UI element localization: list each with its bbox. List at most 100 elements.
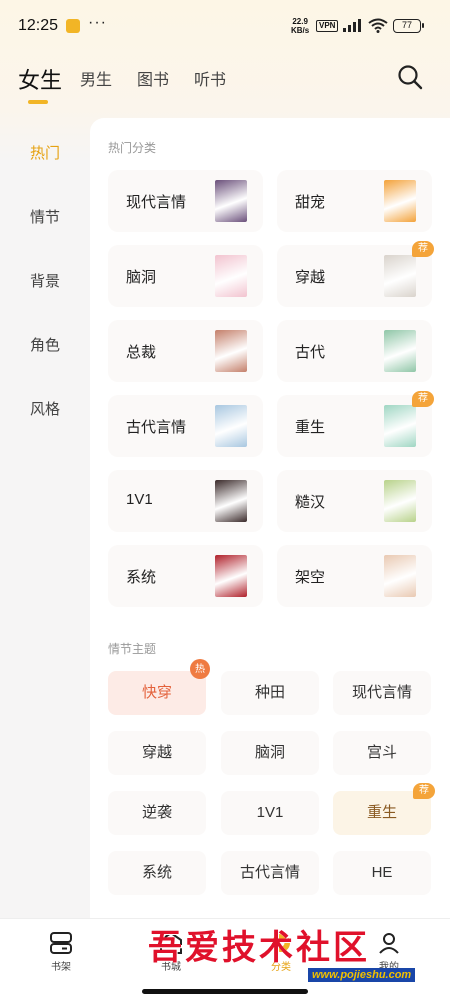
theme-chip-label: 穿越	[141, 744, 172, 761]
vpn-badge: VPN	[316, 20, 339, 32]
theme-chip-label: 种田	[254, 684, 285, 701]
search-icon[interactable]	[397, 64, 423, 90]
category-card[interactable]: 脑洞	[108, 245, 263, 307]
theme-chip-label: 古代言情	[239, 864, 300, 881]
category-label: 1V1	[126, 491, 153, 508]
theme-chip[interactable]: HE	[333, 851, 431, 895]
tab-audiobooks[interactable]: 听书	[194, 66, 226, 90]
category-card[interactable]: 穿越 荐	[277, 241, 434, 307]
bottom-nav: 书架 书城 分类 我的	[0, 918, 450, 1000]
category-card[interactable]: 1V1	[108, 470, 263, 532]
nav-bookstore-label: 书城	[161, 962, 181, 973]
recommended-badge: 荐	[413, 783, 435, 799]
book-cover-thumbnail	[215, 405, 247, 447]
recommended-badge: 荐	[412, 391, 434, 407]
bookshelf-icon	[50, 932, 72, 954]
nav-bookshelf[interactable]: 书架	[26, 931, 96, 973]
book-cover-thumbnail	[215, 480, 247, 522]
book-cover-thumbnail	[384, 555, 416, 597]
hot-badge: 热	[190, 659, 210, 679]
category-card[interactable]: 系统	[108, 545, 263, 607]
theme-chip-label: 现代言情	[351, 684, 412, 701]
more-notifications-icon: ···	[88, 14, 107, 31]
theme-chip-label: 快穿	[141, 684, 172, 701]
theme-chip-label: 逆袭	[141, 804, 172, 821]
category-card[interactable]: 现代言情	[108, 170, 263, 232]
notification-icon	[66, 19, 80, 33]
theme-chip-label: HE	[371, 864, 393, 881]
network-speed-value: 22.9	[292, 17, 308, 26]
sidebar-item-style[interactable]: 风格	[0, 398, 90, 419]
wifi-icon	[368, 18, 388, 33]
theme-chip-label: 1V1	[256, 804, 284, 821]
tab-books[interactable]: 图书	[137, 66, 169, 90]
nav-profile-label: 我的	[379, 962, 399, 973]
category-label: 系统	[126, 569, 157, 586]
category-label: 总裁	[126, 344, 157, 361]
category-card[interactable]: 甜宠	[277, 170, 432, 232]
section-title-plot-themes: 情节主题	[108, 642, 157, 656]
category-label: 架空	[295, 569, 326, 586]
category-card[interactable]: 架空	[277, 545, 432, 607]
signal-icon	[343, 19, 361, 32]
category-icon	[272, 934, 290, 952]
category-label: 重生	[295, 419, 326, 436]
network-speed-unit: KB/s	[291, 26, 310, 35]
home-indicator	[142, 989, 308, 994]
theme-chip[interactable]: 系统	[108, 851, 206, 895]
category-label: 穿越	[295, 269, 326, 286]
category-label: 古代	[295, 344, 326, 361]
theme-chip[interactable]: 穿越	[108, 731, 206, 775]
theme-chip[interactable]: 现代言情	[333, 671, 431, 715]
category-label: 糙汉	[295, 494, 326, 511]
sidebar-item-plot[interactable]: 情节	[0, 206, 90, 227]
theme-chip[interactable]: 种田	[221, 671, 319, 715]
category-card[interactable]: 糙汉	[277, 470, 432, 532]
category-card[interactable]: 重生 荐	[277, 391, 434, 457]
theme-chip[interactable]: 宫斗	[333, 731, 431, 775]
theme-chip[interactable]: 快穿 热	[108, 659, 210, 715]
status-time: 12:25	[18, 17, 59, 34]
recommended-badge: 荐	[412, 241, 434, 257]
theme-chip-label: 重生	[366, 804, 397, 821]
sidebar-item-role[interactable]: 角色	[0, 334, 90, 355]
book-cover-thumbnail	[215, 180, 247, 222]
theme-chip[interactable]: 1V1	[221, 791, 319, 835]
network-speed: 22.9 KB/s	[291, 17, 309, 35]
category-label: 脑洞	[126, 269, 157, 286]
book-cover-thumbnail	[384, 330, 416, 372]
nav-category[interactable]: 分类	[246, 931, 316, 973]
nav-profile[interactable]: 我的	[354, 931, 424, 973]
tab-female[interactable]: 女生	[18, 63, 62, 95]
profile-icon	[379, 933, 399, 954]
tab-indicator	[28, 100, 48, 104]
category-label: 甜宠	[295, 194, 326, 211]
book-cover-thumbnail	[215, 555, 247, 597]
theme-chip-label: 系统	[141, 864, 172, 881]
theme-chip[interactable]: 古代言情	[221, 851, 319, 895]
theme-chip[interactable]: 逆袭	[108, 791, 206, 835]
category-card[interactable]: 古代	[277, 320, 432, 382]
book-cover-thumbnail	[215, 330, 247, 372]
bookstore-icon	[160, 931, 182, 954]
theme-chip-label: 宫斗	[366, 744, 397, 761]
tab-male[interactable]: 男生	[80, 66, 112, 90]
nav-bookshelf-label: 书架	[51, 962, 71, 973]
book-cover-thumbnail	[384, 180, 416, 222]
book-cover-thumbnail	[215, 255, 247, 297]
sidebar-item-hot[interactable]: 热门	[0, 142, 90, 163]
category-label: 现代言情	[126, 194, 187, 211]
sidebar-item-background[interactable]: 背景	[0, 270, 90, 291]
status-bar: 12:25 ··· 22.9 KB/s VPN 77	[0, 0, 450, 52]
theme-chip-label: 脑洞	[254, 744, 285, 761]
theme-chip[interactable]: 脑洞	[221, 731, 319, 775]
book-cover-thumbnail	[384, 405, 416, 447]
section-title-hot-categories: 热门分类	[108, 141, 157, 155]
category-card[interactable]: 古代言情	[108, 395, 263, 457]
nav-bookstore[interactable]: 书城	[136, 931, 206, 973]
nav-category-label: 分类	[271, 962, 291, 973]
battery-icon: 77	[393, 19, 424, 33]
category-card[interactable]: 总裁	[108, 320, 263, 382]
category-label: 古代言情	[126, 419, 187, 436]
theme-chip[interactable]: 重生荐	[333, 783, 435, 835]
